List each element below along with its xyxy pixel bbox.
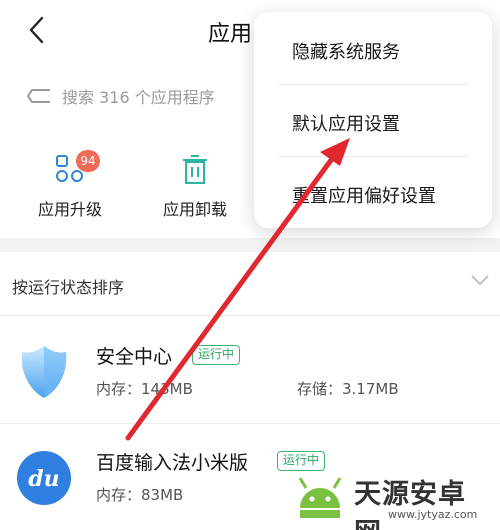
android-logo-icon (298, 477, 342, 518)
watermark-name: 天源安卓网 (354, 479, 466, 530)
menu-item-hide-system-services[interactable]: 隐藏系统服务 (292, 38, 400, 64)
search-bar[interactable]: 搜索 316 个应用程序 (26, 80, 215, 112)
sort-dropdown[interactable]: 按运行状态排序 (0, 252, 500, 316)
app-uninstall-label: 应用卸载 (162, 200, 227, 219)
back-arrow-icon[interactable] (24, 14, 52, 46)
app-storage: 存储：3.17MB (297, 380, 399, 398)
menu-item-reset-app-preferences[interactable]: 重置应用偏好设置 (292, 182, 436, 208)
menu-item-default-app-settings[interactable]: 默认应用设置 (292, 110, 400, 136)
search-icon (26, 89, 50, 103)
sort-label: 按运行状态排序 (12, 278, 125, 297)
chevron-down-icon (471, 275, 489, 286)
section-divider (0, 238, 500, 252)
running-status-badge: 运行中 (192, 345, 241, 365)
trash-icon (183, 155, 207, 184)
app-upgrade-label: 应用升级 (37, 200, 102, 219)
app-memory: 内存：143MB (96, 380, 193, 398)
menu-divider (278, 84, 468, 85)
app-memory: 内存：83MB (96, 486, 184, 504)
baidu-input-icon: du (17, 451, 71, 505)
baidu-icon-text: du (28, 466, 59, 492)
overflow-menu: 隐藏系统服务 默认应用设置 重置应用偏好设置 (254, 12, 492, 228)
search-placeholder: 搜索 316 个应用程序 (62, 88, 215, 107)
menu-divider (278, 156, 468, 157)
update-count-badge: 94 (76, 150, 100, 172)
page-title: 应用 (208, 22, 253, 47)
security-shield-icon (21, 346, 67, 398)
app-name: 安全中心 (96, 346, 173, 368)
watermark: 天源安卓网 www.jytyaz.com (292, 464, 492, 530)
app-upgrade-button[interactable]: 94 应用升级 (15, 150, 125, 225)
app-list-item[interactable]: 安全中心 运行中 内存：143MB 存储：3.17MB (0, 318, 500, 424)
watermark-url: www.jytyaz.com (388, 508, 478, 521)
app-name: 百度输入法小米版 (96, 452, 249, 474)
app-uninstall-button[interactable]: 应用卸载 (140, 150, 250, 225)
